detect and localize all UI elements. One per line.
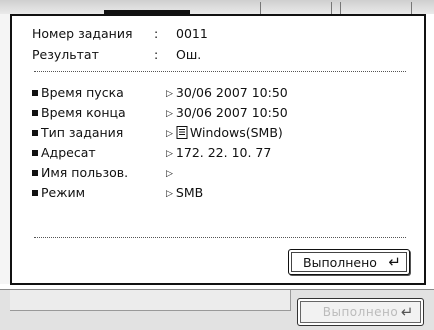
detail-label: Адресат — [41, 145, 96, 160]
arrow-right-icon: ▷ — [166, 109, 173, 119]
arrow-right-icon: ▷ — [166, 129, 173, 139]
detail-label: Время пуска — [41, 85, 124, 100]
detail-value: SMB — [175, 185, 204, 200]
bullet-icon — [32, 130, 38, 136]
bullet-icon — [32, 150, 38, 156]
dialog-tab-marker — [104, 10, 190, 15]
background-tab — [340, 2, 412, 14]
arrow-right-icon: ▷ — [166, 89, 173, 99]
divider — [34, 237, 406, 238]
arrow-right-icon: ▷ — [166, 149, 173, 159]
done-button[interactable]: Выполнено ↵ — [288, 249, 410, 275]
job-number-value: 0011 — [176, 26, 208, 41]
background-tab — [260, 2, 332, 14]
job-number-label: Номер задания — [32, 26, 133, 41]
detail-value: 172. 22. 10. 77 — [175, 145, 272, 160]
detail-value: 30/06 2007 10:50 — [175, 105, 288, 120]
bullet-icon — [32, 110, 38, 116]
bullet-icon — [32, 190, 38, 196]
done-button-label: Выполнено — [303, 255, 377, 270]
detail-label: Время конца — [41, 105, 126, 120]
detail-label: Тип задания — [41, 125, 124, 140]
bullet-icon — [32, 170, 38, 176]
enter-icon: ↵ — [400, 303, 414, 321]
detail-value: 30/06 2007 10:50 — [175, 85, 288, 100]
result-label: Результат — [32, 47, 99, 62]
divider — [34, 71, 406, 72]
job-details-dialog: Номер задания : 0011 Результат : Ош. Вре… — [10, 10, 426, 285]
detail-label: Режим — [41, 185, 86, 200]
background-tab-bar — [0, 0, 434, 14]
background-done-button: Выполнено ↵ — [297, 298, 424, 326]
arrow-right-icon: ▷ — [166, 169, 173, 179]
background-done-label: Выполнено — [322, 305, 399, 319]
arrow-right-icon: ▷ — [166, 189, 173, 199]
detail-value: Windows(SMB) — [189, 125, 283, 140]
enter-icon: ↵ — [388, 253, 401, 271]
separator: : — [154, 47, 159, 62]
bullet-icon — [32, 90, 38, 96]
result-value: Ош. — [176, 47, 202, 62]
document-icon — [176, 126, 188, 139]
separator: : — [154, 26, 159, 41]
background-panel-edge — [10, 290, 291, 311]
detail-label: Имя пользов. — [41, 165, 129, 180]
